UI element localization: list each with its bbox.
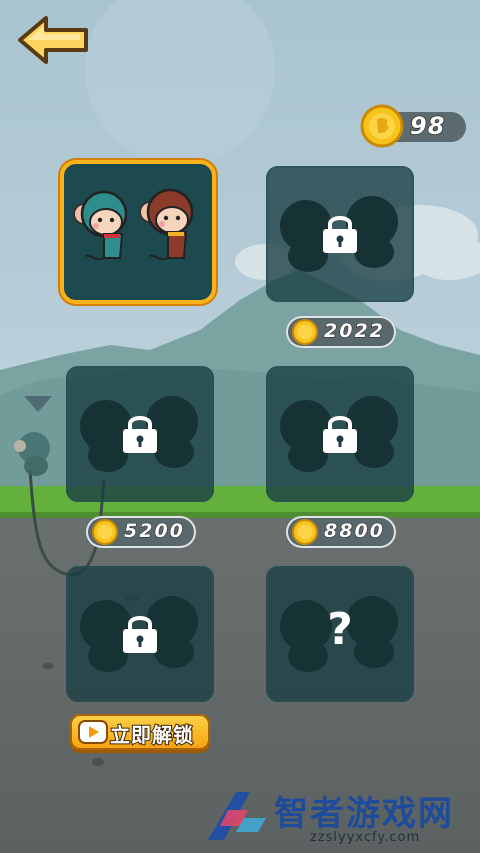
price-tag-2: 5200 [86,516,196,548]
watermark-title: 智者游戏网 [274,794,454,834]
unlock-now-button[interactable]: 立即解锁 [70,714,210,750]
monkey-pair-image [73,188,194,261]
lock-icon [323,216,357,253]
watermark-url: zzslyyxcfy.com [310,830,421,845]
coin-counter: 98 [360,104,466,148]
coin-icon [92,519,118,545]
price-value: 8800 [324,520,385,543]
character-slot-locked-4[interactable] [66,566,214,702]
price-value: 5200 [124,520,185,543]
back-button[interactable] [16,14,92,66]
video-play-icon [80,722,106,742]
character-slot-locked-3[interactable] [266,366,414,502]
character-slot-locked-1[interactable] [266,166,414,302]
coin-count: 98 [409,111,446,141]
character-slot-mystery[interactable]: ? [266,566,414,702]
watermark: 智者游戏网 zzslyyxcfy.com [200,782,480,852]
unlock-now-label: 立即解锁 [109,722,194,748]
lock-icon [123,416,157,453]
watermark-logo-icon [208,792,266,840]
left-arrow-icon [18,16,88,64]
coin-icon [360,104,404,148]
lock-icon [323,416,357,453]
price-value: 2022 [324,320,385,343]
character-slot-selected[interactable] [64,164,212,300]
price-tag-1: 2022 [286,316,396,348]
lock-icon [123,616,157,653]
question-mark-icon: ? [327,604,353,655]
coin-icon [292,319,318,345]
price-tag-3: 8800 [286,516,396,548]
character-slot-locked-2[interactable] [66,366,214,502]
coin-icon [292,519,318,545]
